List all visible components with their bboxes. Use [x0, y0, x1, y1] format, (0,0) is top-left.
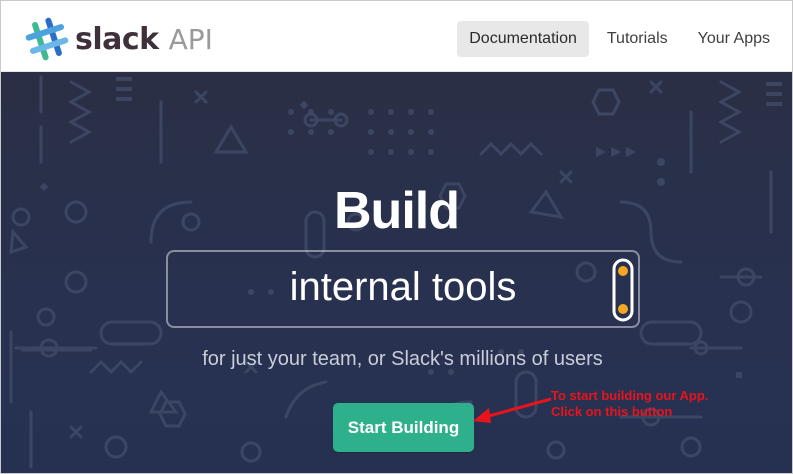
vertical-slider-icon	[612, 258, 634, 322]
hero-title: Build	[334, 182, 460, 240]
top-nav: Documentation Tutorials Your Apps	[457, 21, 782, 57]
nav-documentation[interactable]: Documentation	[457, 21, 589, 57]
browser-viewport: slack API Documentation Tutorials Your A…	[0, 0, 793, 474]
annotation-line-2: Click on this button	[551, 404, 673, 419]
nav-tutorials[interactable]: Tutorials	[595, 21, 680, 57]
logo-wordmark: slack	[75, 21, 159, 57]
hero-section: Build internal tools for just your team,…	[1, 72, 792, 473]
annotation-arrow-icon	[473, 397, 552, 423]
hero-subtitle: for just your team, or Slack's millions …	[202, 348, 603, 370]
slack-hash-icon	[25, 17, 69, 61]
site-header: slack API Documentation Tutorials Your A…	[1, 1, 792, 72]
annotation-line-1: To start building our App.	[551, 388, 709, 403]
start-building-button[interactable]: Start Building	[333, 403, 474, 452]
rotating-tagline: internal tools	[289, 265, 517, 309]
nav-your-apps[interactable]: Your Apps	[686, 21, 782, 57]
slack-api-logo[interactable]: slack API	[25, 17, 213, 61]
annotation-callout: To start building our App. Click on this…	[551, 388, 708, 420]
logo-api-suffix: API	[168, 22, 213, 56]
